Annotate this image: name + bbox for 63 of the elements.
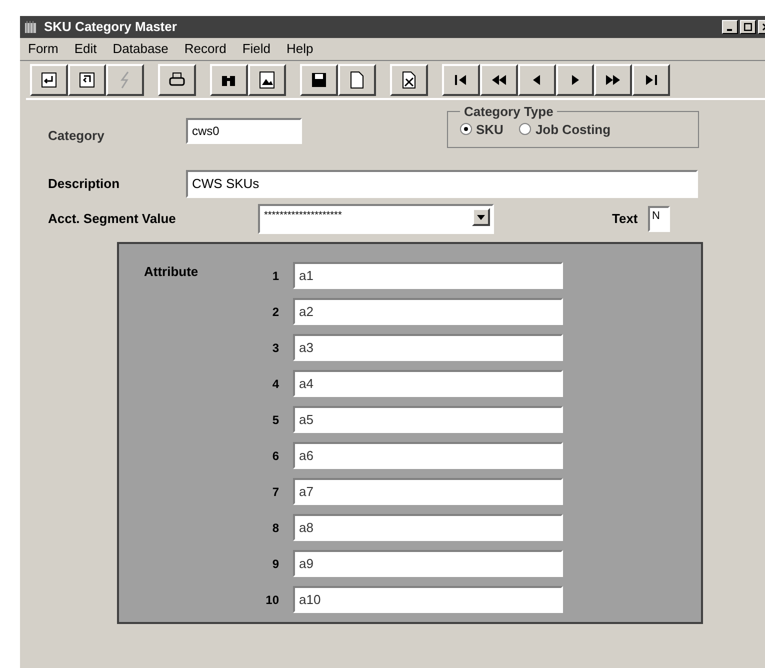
attribute-label: Attribute <box>144 263 200 280</box>
description-field[interactable]: CWS SKUs <box>186 170 698 198</box>
attribute-field[interactable]: a3 <box>293 334 563 361</box>
menu-item[interactable]: Edit <box>74 39 97 59</box>
segment-dropdown[interactable]: ******************** <box>258 204 494 234</box>
attribute-number: 5 <box>271 412 280 428</box>
attribute-number: 4 <box>271 376 280 392</box>
window-title: SKU Category Master <box>44 18 177 36</box>
attribute-field[interactable]: a8 <box>293 514 563 541</box>
toolbar-button[interactable] <box>390 64 428 96</box>
menu-item[interactable]: Record <box>184 39 226 59</box>
enter-icon <box>39 70 59 90</box>
field-label: Description <box>48 175 121 194</box>
attribute-number: 8 <box>271 520 280 536</box>
field-label: Category <box>48 127 106 145</box>
field-label: Acct. Segment Value <box>48 210 177 228</box>
attribute-field[interactable]: a10 <box>293 586 563 613</box>
field-label: Text <box>612 210 639 228</box>
toolbar-button[interactable] <box>518 64 556 96</box>
toolbar-button[interactable] <box>300 64 338 96</box>
toolbar-button[interactable] <box>68 64 106 96</box>
menu-item[interactable]: Database <box>112 39 168 59</box>
attribute-field[interactable]: a5 <box>293 406 563 433</box>
attribute-number: 2 <box>271 304 280 320</box>
toolbar-button[interactable] <box>556 64 594 96</box>
menu-item[interactable]: Field <box>242 39 271 59</box>
radio-option[interactable]: SKU <box>460 120 504 139</box>
attribute-number: 10 <box>264 592 280 608</box>
group-title: Category Type <box>463 103 554 121</box>
maximize-button[interactable] <box>740 20 756 34</box>
toolbar-button[interactable] <box>632 64 670 96</box>
view-icon <box>257 70 277 90</box>
toolbar-button[interactable] <box>248 64 286 96</box>
attribute-number: 3 <box>271 340 280 356</box>
minimize-button[interactable] <box>722 20 738 34</box>
menu-item[interactable]: Form <box>28 39 58 59</box>
toolbar-button[interactable] <box>158 64 196 96</box>
caret-icon <box>477 214 485 220</box>
exit-icon <box>77 70 97 90</box>
attribute-field[interactable]: a6 <box>293 442 563 469</box>
attribute-number: 9 <box>271 556 280 572</box>
toolbar-button[interactable] <box>210 64 248 96</box>
attribute-field[interactable]: a9 <box>293 550 563 577</box>
attribute-field[interactable]: a1 <box>293 262 563 289</box>
toolbar-button[interactable] <box>338 64 376 96</box>
attribute-number: 1 <box>271 268 280 284</box>
category-field[interactable]: cws0 <box>186 118 302 144</box>
radio-button[interactable] <box>460 123 472 136</box>
attribute-number: 7 <box>271 484 280 500</box>
toolbar-button[interactable] <box>594 64 632 96</box>
dropdown-button[interactable] <box>472 208 490 226</box>
radio-option[interactable]: Job Costing <box>519 120 611 139</box>
attribute-number: 6 <box>271 448 280 464</box>
radio-button[interactable] <box>519 123 532 136</box>
attribute-field[interactable]: a2 <box>293 298 563 325</box>
text-field[interactable]: N <box>648 206 670 232</box>
maximize-icon <box>744 23 752 31</box>
attribute-field[interactable]: a4 <box>293 370 563 397</box>
attribute-field[interactable]: a7 <box>293 478 563 505</box>
toolbar-button[interactable] <box>30 64 68 96</box>
menu-item[interactable]: Help <box>286 39 314 59</box>
toolbar-button[interactable] <box>480 64 518 96</box>
toolbar-button[interactable] <box>442 64 480 96</box>
